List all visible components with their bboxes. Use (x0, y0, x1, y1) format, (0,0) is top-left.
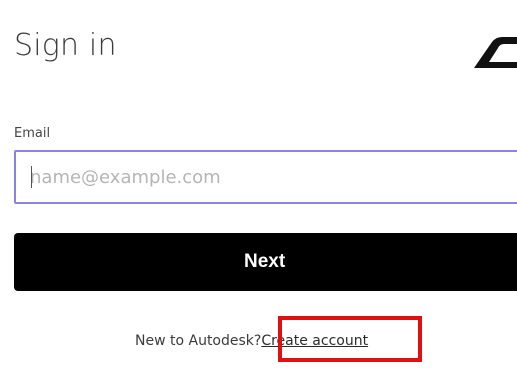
text-cursor (31, 166, 32, 188)
next-button-label: Next (244, 251, 286, 272)
email-field[interactable] (14, 150, 517, 204)
autodesk-logo-icon (474, 37, 517, 68)
signup-prompt-text: New to Autodesk? (135, 333, 262, 349)
sign-in-page: Sign in Email Next New to Autodesk?Creat… (0, 0, 517, 388)
highlight-annotation-box (278, 316, 422, 362)
page-title: Sign in (14, 28, 117, 63)
next-button[interactable]: Next (14, 233, 517, 291)
email-label: Email (14, 126, 51, 141)
